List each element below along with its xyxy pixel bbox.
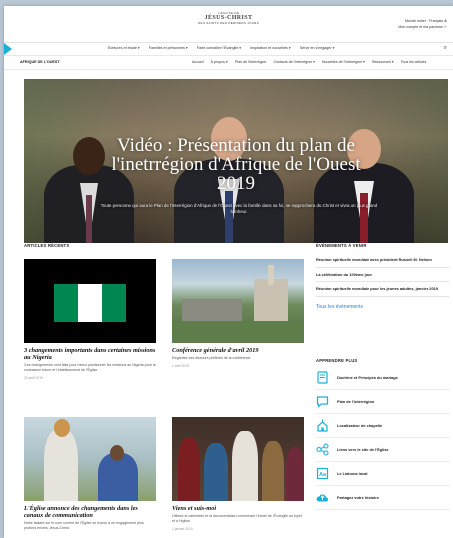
nav-item-families[interactable]: Familles et personnes ▾ <box>149 46 188 50</box>
hero-caption: Toute personne qui aura le Plan de l'int… <box>100 203 378 214</box>
subnav-item-about[interactable]: À propos ▾ <box>211 60 228 64</box>
subnav-item-resources[interactable]: Ressources ▾ <box>372 60 394 64</box>
event-item[interactable]: La célébration du 100ème jour <box>316 268 449 282</box>
article-title[interactable]: Conférence générale d'avril 2019 <box>172 347 304 354</box>
learn-item-liahona[interactable]: Aa Le Liahona local <box>316 462 449 486</box>
article-date: 23 avril 2019 <box>24 376 43 380</box>
article-image-come-follow-me[interactable] <box>172 417 304 501</box>
article-card[interactable]: Viens et suis-moi Utilisez le calendrier… <box>172 417 304 531</box>
nav-item-serve[interactable]: Servir en s'engager ▾ <box>300 46 335 50</box>
hero-title[interactable]: Vidéo : Présentation du plan de l'inetrr… <box>24 136 448 193</box>
article-card[interactable]: Conférence générale d'avril 2019 Regarde… <box>172 259 304 368</box>
region-nav: AFRIQUE DE L'OUEST Accueil À propos ▾ Pl… <box>4 56 453 70</box>
nav-item-share-gospel[interactable]: Faire connaître l'Évangile ▾ <box>197 46 241 50</box>
learn-item-church-links[interactable]: Liens vers le site de l'Église <box>316 438 449 462</box>
subnav-item-news[interactable]: Nouvelles de l'interrégion ▾ <box>322 60 365 64</box>
article-date: 1 avril 2019 <box>172 364 190 368</box>
learn-item-meetinghouse-locator[interactable]: Localisateur de chapelle <box>316 414 449 438</box>
share-links-icon <box>316 443 329 456</box>
recent-articles-heading: ARTICLES RÉCENTS <box>24 243 70 248</box>
article-card[interactable]: L'Église annonce des changements dans le… <box>24 417 156 531</box>
nigeria-flag <box>54 284 126 322</box>
logo-line3: DES SAINTS DES DERNIERS JOURS <box>198 21 259 26</box>
subnav-item-home[interactable]: Accueil <box>192 60 204 64</box>
search-icon[interactable]: ⌕ <box>444 45 447 52</box>
nav-item-scriptures[interactable]: Écritures et étude ▾ <box>108 46 140 50</box>
article-image-conference-center[interactable] <box>172 259 304 343</box>
subnav-item-area-plan[interactable]: Plan de l'interrégion <box>235 60 267 64</box>
learn-item-label: Partagez votre histoire <box>337 495 379 500</box>
article-description: Ces changements sont faits pour mieux po… <box>24 363 156 372</box>
learn-more-list: Doctrine et Principes du mariage Plan de… <box>316 366 449 510</box>
speech-bubble-icon <box>316 395 329 408</box>
utility-links: Monde entier · Français ⊕ Mon compte et … <box>398 18 447 30</box>
learn-item-label: Le Liahona local <box>337 471 368 476</box>
learn-item-area-plan[interactable]: Plan de l'interrégion <box>316 390 449 414</box>
article-description: Regardez ces discours préférés de la con… <box>172 356 252 360</box>
learn-item-label: Localisateur de chapelle <box>337 423 383 428</box>
subnav-item-all-articles[interactable]: Tous les articles <box>401 60 427 64</box>
svg-text:Aa: Aa <box>319 472 327 478</box>
region-nav-items: Accueil À propos ▾ Plan de l'interrégion… <box>192 60 426 64</box>
article-date: 1 janvier 2019 <box>172 527 193 531</box>
article-title[interactable]: Viens et suis-moi <box>172 505 304 512</box>
nav-accent-marker <box>4 43 12 55</box>
learn-item-label: Plan de l'interrégion <box>337 399 375 404</box>
event-item[interactable]: Réunion spirituelle mondiale avec présid… <box>316 253 449 268</box>
magazine-icon: Aa <box>316 467 329 480</box>
chapel-icon <box>316 419 329 432</box>
book-icon <box>316 371 329 384</box>
subnav-item-contacts[interactable]: Contacts de l'interrégion ▾ <box>273 60 314 64</box>
article-title[interactable]: 3 changements importants dans certaines … <box>24 347 156 361</box>
learn-item-marriage[interactable]: Doctrine et Principes du mariage <box>316 366 449 390</box>
learn-more-heading: APPRENDRE PLUS <box>316 358 358 363</box>
learn-item-label: Liens vers le site de l'Église <box>337 447 389 452</box>
top-header: L'ÉGLISE DE JÉSUS-CHRIST DES SAINTS DES … <box>4 6 453 43</box>
upcoming-events-heading: ÉVÉNEMENTS À VENIR <box>316 243 367 248</box>
article-image-nigeria-flag[interactable] <box>24 259 156 343</box>
main-nav: Écritures et étude ▾ Familles et personn… <box>4 43 453 56</box>
learn-item-share-story[interactable]: Partagez votre histoire <box>316 486 449 510</box>
article-description: Utilisez le calendrier et la documentati… <box>172 514 303 523</box>
account-link[interactable]: Mon compte et ma paroisse ⚇ <box>398 24 447 30</box>
event-item[interactable]: Réunion spirituelle mondiale pour les je… <box>316 282 449 297</box>
events-list: Réunion spirituelle mondiale avec présid… <box>316 253 449 310</box>
region-name[interactable]: AFRIQUE DE L'OUEST <box>20 60 60 64</box>
main-nav-items: Écritures et étude ▾ Familles et personn… <box>108 46 334 50</box>
all-events-link[interactable]: Tous les événements <box>316 304 449 310</box>
article-description: Notre faisant sur le nom correct de l'Ég… <box>24 521 144 530</box>
nav-item-inspiration[interactable]: Inspiration et nouvelles ▾ <box>250 46 291 50</box>
learn-item-label: Doctrine et Principes du mariage <box>337 375 398 380</box>
cloud-upload-icon <box>316 491 329 504</box>
article-image-jesus-at-well[interactable] <box>24 417 156 501</box>
church-logo[interactable]: L'ÉGLISE DE JÉSUS-CHRIST DES SAINTS DES … <box>198 11 259 26</box>
hero-video-banner[interactable]: Vidéo : Présentation du plan de l'inetrr… <box>24 79 448 243</box>
article-card[interactable]: 3 changements importants dans certaines … <box>24 259 156 380</box>
article-title[interactable]: L'Église annonce des changements dans le… <box>24 505 156 519</box>
page: L'ÉGLISE DE JÉSUS-CHRIST DES SAINTS DES … <box>4 6 453 538</box>
